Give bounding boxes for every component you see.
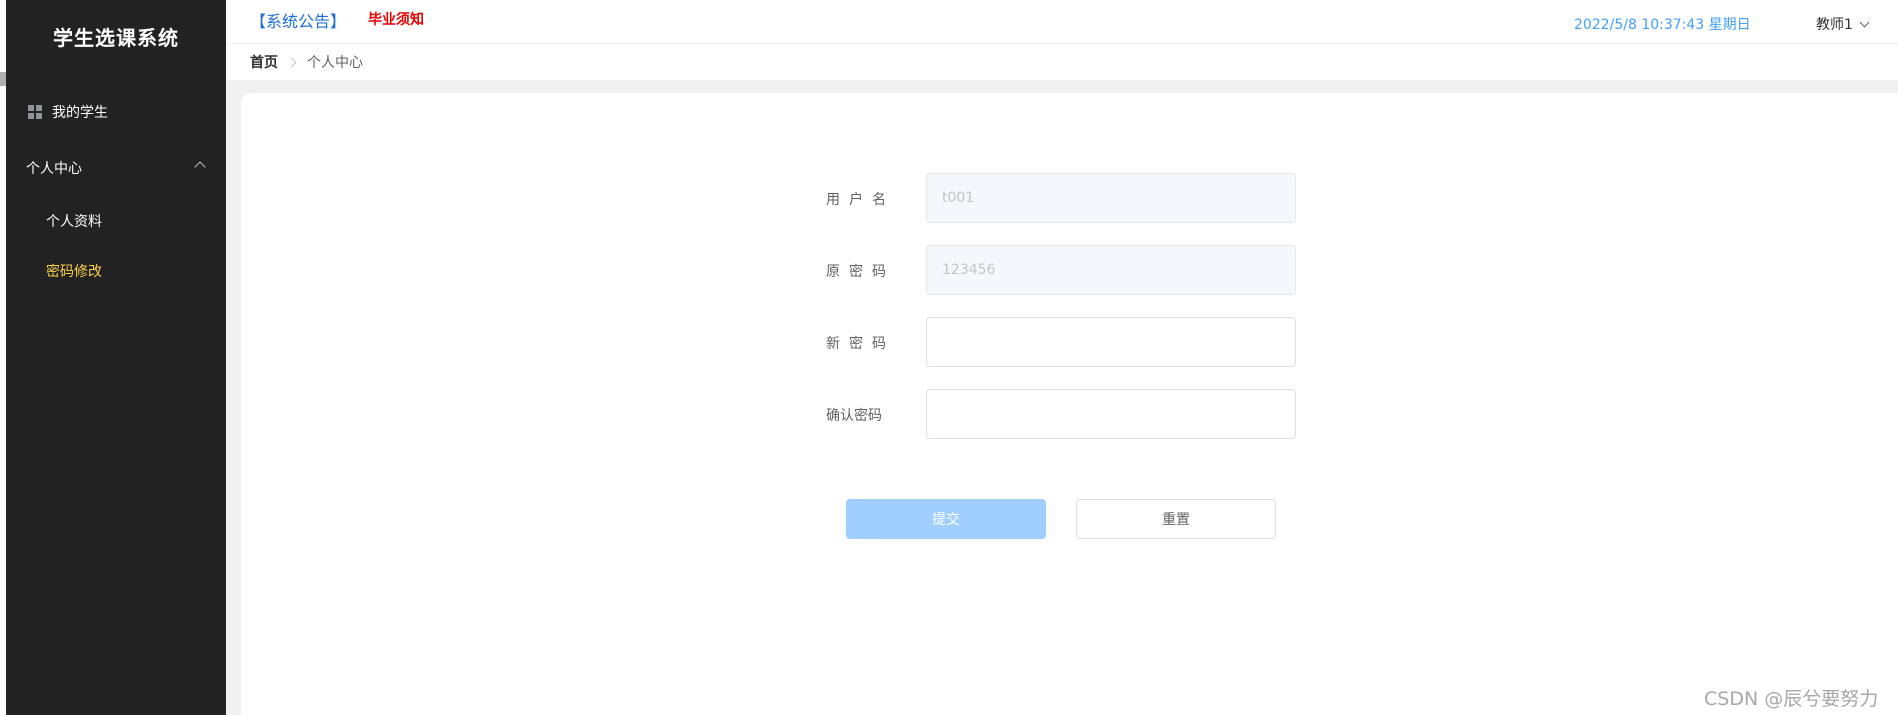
graduation-notice-link[interactable]: 毕业须知 <box>368 9 424 29</box>
chevron-up-icon <box>194 161 206 173</box>
breadcrumb: 首页 个人中心 <box>226 44 1898 80</box>
username-label: 用户名 <box>826 192 895 208</box>
chevron-right-icon <box>286 57 297 67</box>
system-notice-link[interactable]: 【系统公告】 <box>250 8 346 32</box>
watermark: CSDN @辰兮要努力 <box>1704 688 1879 710</box>
sidebar-submenu-label: 个人中心 <box>26 161 82 177</box>
top-header: 【系统公告】 毕业须知 2022/5/8 10:37:43 星期日 教师1 <box>226 0 1898 44</box>
breadcrumb-current: 个人中心 <box>307 55 363 71</box>
sidebar-item-profile[interactable]: 个人资料 <box>6 196 226 246</box>
user-dropdown[interactable]: 教师1 <box>1816 14 1870 34</box>
old-password-label: 原密码 <box>826 264 895 280</box>
sidebar-item-label: 个人资料 <box>46 214 102 230</box>
app-title: 学生选课系统 <box>53 25 179 50</box>
sidebar: 学生选课系统 我的学生 个人中心 个人资料 密码修改 <box>6 0 226 715</box>
chevron-down-icon <box>1859 17 1870 27</box>
submit-button[interactable]: 提交 <box>846 499 1046 539</box>
sidebar-item-label: 密码修改 <box>46 264 102 280</box>
sidebar-submenu-personal-center[interactable]: 个人中心 <box>6 143 226 193</box>
confirm-password-field[interactable] <box>926 389 1296 439</box>
confirm-password-label: 确认密码 <box>826 408 882 424</box>
sidebar-item-my-students[interactable]: 我的学生 <box>28 87 226 137</box>
datetime-display: 2022/5/8 10:37:43 星期日 <box>1574 17 1751 33</box>
new-password-label: 新密码 <box>826 336 895 352</box>
breadcrumb-home[interactable]: 首页 <box>250 52 278 72</box>
user-name: 教师1 <box>1816 17 1853 33</box>
reset-button[interactable]: 重置 <box>1076 499 1276 539</box>
grid-icon <box>28 105 42 119</box>
old-password-field[interactable]: 123456 <box>926 245 1296 295</box>
sidebar-item-password-change[interactable]: 密码修改 <box>6 246 226 296</box>
sidebar-item-label: 我的学生 <box>52 105 108 121</box>
new-password-field[interactable] <box>926 317 1296 367</box>
username-field[interactable]: t001 <box>926 173 1296 223</box>
